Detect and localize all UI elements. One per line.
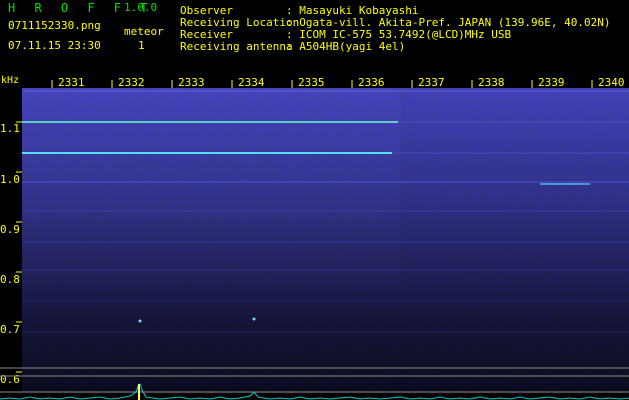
spectrogram-fade	[22, 88, 629, 400]
meteor-count: 1	[138, 39, 145, 52]
app-version: 1.0.0	[124, 1, 158, 14]
antenna-label: Receiving antenna	[180, 40, 293, 53]
antenna-value: : A504HB(yagi 4el)	[286, 40, 406, 53]
x-tick-label: 2338	[478, 76, 505, 89]
y-tick: 1.1	[0, 121, 22, 135]
y-tick: 0.6	[0, 371, 22, 386]
file-name: 0711152330.png	[8, 19, 101, 32]
spectrogram-panel: kHz 2331 2332 2333 2334 2335 2336 2337 2…	[0, 74, 629, 400]
x-tick-label: 2335	[298, 76, 325, 89]
meteor-label: meteor	[124, 25, 164, 38]
y-tick-label: 0.6	[0, 373, 20, 386]
x-tick-label: 2339	[538, 76, 565, 89]
unit-label: kHz	[1, 75, 19, 86]
capture-datetime: 07.11.15 23:30	[8, 39, 101, 52]
y-tick-label: 0.8	[0, 273, 20, 286]
y-tick-label: 1.1	[0, 122, 20, 135]
x-tick-label: 2332	[118, 76, 145, 89]
x-tick-label: 2334	[238, 76, 265, 89]
spectrogram: kHz 2331 2332 2333 2334 2335 2336 2337 2…	[0, 74, 629, 400]
y-tick: 0.7	[0, 321, 22, 336]
signal-blip	[252, 317, 256, 321]
signal-blip	[138, 319, 142, 323]
y-tick-label: 1.0	[0, 173, 20, 186]
y-tick: 1.0	[0, 171, 22, 186]
x-tick-label: 2331	[58, 76, 85, 89]
x-tick-label: 2340	[598, 76, 625, 89]
y-tick: 0.8	[0, 271, 22, 286]
y-tick-label: 0.7	[0, 323, 20, 336]
x-tick-label: 2333	[178, 76, 205, 89]
x-tick-label: 2336	[358, 76, 385, 89]
x-tick-label: 2337	[418, 76, 445, 89]
header-panel: H R O F F T 1.0.0 0711152330.png meteor …	[0, 0, 629, 74]
y-tick: 0.9	[0, 221, 22, 236]
y-tick-label: 0.9	[0, 223, 20, 236]
